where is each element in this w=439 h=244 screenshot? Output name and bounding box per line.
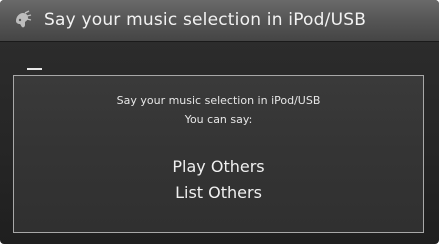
voice-prompt-panel: Say your music selection in iPod/USB You… bbox=[13, 75, 424, 233]
title-bar: Say your music selection in iPod/USB bbox=[0, 0, 439, 42]
voice-command-screen: Say your music selection in iPod/USB Say… bbox=[0, 0, 439, 244]
voice-command-icon bbox=[11, 9, 33, 31]
command-list-others: List Others bbox=[175, 183, 262, 202]
input-cursor bbox=[27, 68, 42, 70]
page-title: Say your music selection in iPod/USB bbox=[44, 10, 367, 30]
command-play-others: Play Others bbox=[172, 157, 265, 176]
prompt-text: Say your music selection in iPod/USB bbox=[116, 94, 321, 107]
prompt-subtext: You can say: bbox=[184, 113, 253, 126]
